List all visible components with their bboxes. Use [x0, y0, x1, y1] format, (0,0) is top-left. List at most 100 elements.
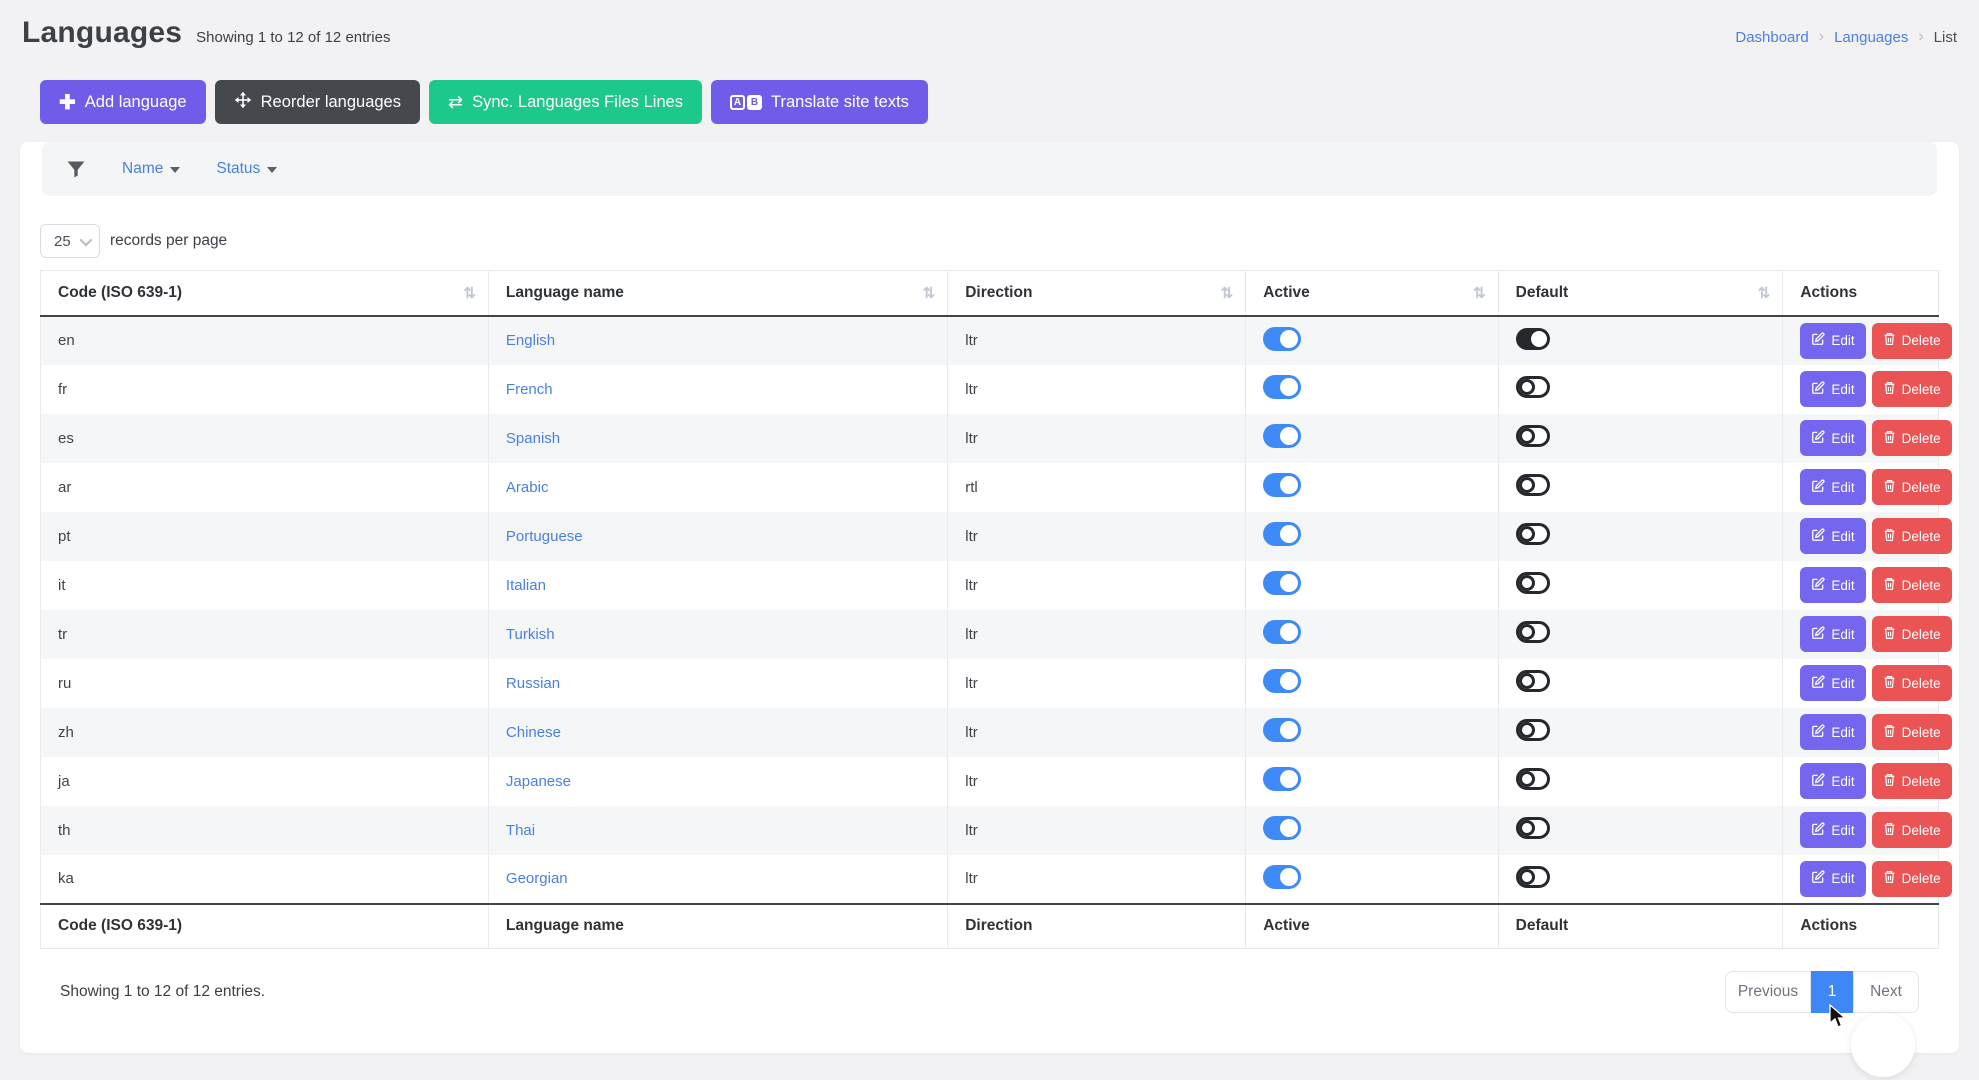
breadcrumb-dashboard[interactable]: Dashboard: [1735, 29, 1808, 46]
default-toggle[interactable]: [1516, 376, 1550, 398]
trash-icon: [1883, 479, 1896, 496]
active-toggle[interactable]: [1263, 816, 1301, 840]
edit-pencil-icon: [1811, 430, 1825, 447]
default-toggle[interactable]: [1516, 328, 1550, 350]
delete-button[interactable]: Delete: [1872, 323, 1952, 359]
edit-pencil-icon: [1811, 332, 1825, 349]
edit-button[interactable]: Edit: [1800, 518, 1865, 554]
edit-button[interactable]: Edit: [1800, 616, 1865, 652]
default-toggle[interactable]: [1516, 670, 1550, 692]
edit-pencil-icon: [1811, 773, 1825, 790]
floating-circle-button[interactable]: [1851, 1013, 1915, 1077]
edit-button[interactable]: Edit: [1800, 420, 1865, 456]
default-toggle[interactable]: [1516, 866, 1550, 888]
delete-button[interactable]: Delete: [1872, 812, 1952, 848]
language-name-link[interactable]: English: [506, 332, 555, 349]
default-toggle[interactable]: [1516, 425, 1550, 447]
edit-button[interactable]: Edit: [1800, 665, 1865, 701]
active-toggle[interactable]: [1263, 865, 1301, 889]
language-name-link[interactable]: Russian: [506, 675, 560, 692]
sort-icon[interactable]: ⇅: [1473, 284, 1486, 302]
delete-button[interactable]: Delete: [1872, 714, 1952, 750]
translate-site-texts-button[interactable]: A B Translate site texts: [711, 80, 928, 124]
add-language-button[interactable]: ✚ Add language: [40, 80, 206, 124]
edit-button[interactable]: Edit: [1800, 714, 1865, 750]
default-toggle[interactable]: [1516, 523, 1550, 545]
pagination-next-button[interactable]: Next: [1853, 971, 1919, 1013]
header-default[interactable]: Default⇅: [1498, 271, 1783, 316]
active-toggle[interactable]: [1263, 522, 1301, 546]
language-name-link[interactable]: Turkish: [506, 626, 555, 643]
delete-button[interactable]: Delete: [1872, 861, 1952, 897]
delete-button[interactable]: Delete: [1872, 518, 1952, 554]
header-code[interactable]: Code (ISO 639-1)⇅: [41, 271, 489, 316]
active-toggle[interactable]: [1263, 424, 1301, 448]
sync-languages-button[interactable]: ⇄ Sync. Languages Files Lines: [429, 80, 702, 124]
default-toggle[interactable]: [1516, 572, 1550, 594]
active-toggle[interactable]: [1263, 767, 1301, 791]
filter-status-dropdown[interactable]: Status: [216, 160, 277, 178]
active-toggle[interactable]: [1263, 718, 1301, 742]
direction-value: rtl: [965, 479, 978, 496]
language-name-link[interactable]: Italian: [506, 577, 546, 594]
chevron-down-icon: [80, 233, 93, 246]
header-language-name[interactable]: Language name⇅: [488, 271, 947, 316]
trash-icon: [1883, 577, 1896, 594]
active-toggle[interactable]: [1263, 473, 1301, 497]
language-code: zh: [58, 724, 74, 741]
pagination: Previous 1 Next: [1725, 971, 1919, 1013]
header-active[interactable]: Active⇅: [1246, 271, 1498, 316]
sort-icon[interactable]: ⇅: [463, 284, 476, 302]
default-toggle[interactable]: [1516, 768, 1550, 790]
per-page-select[interactable]: 25: [40, 224, 100, 258]
mouse-cursor-icon: [1827, 1004, 1849, 1030]
active-toggle[interactable]: [1263, 669, 1301, 693]
breadcrumb-separator-icon: ›: [1819, 28, 1824, 46]
sort-icon[interactable]: ⇅: [923, 284, 936, 302]
filter-funnel-icon: [66, 159, 86, 179]
delete-button[interactable]: Delete: [1872, 616, 1952, 652]
language-name-link[interactable]: Arabic: [506, 479, 549, 496]
default-toggle[interactable]: [1516, 621, 1550, 643]
delete-button[interactable]: Delete: [1872, 371, 1952, 407]
edit-pencil-icon: [1811, 724, 1825, 741]
edit-button[interactable]: Edit: [1800, 323, 1865, 359]
edit-button[interactable]: Edit: [1800, 371, 1865, 407]
default-toggle[interactable]: [1516, 719, 1550, 741]
delete-button[interactable]: Delete: [1872, 420, 1952, 456]
trash-icon: [1883, 822, 1896, 839]
table-row: trTurkishltrEditDelete: [41, 610, 1939, 659]
language-name-link[interactable]: French: [506, 381, 553, 398]
language-name-link[interactable]: Japanese: [506, 773, 571, 790]
language-name-link[interactable]: Thai: [506, 822, 535, 839]
breadcrumb-separator-icon: ›: [1918, 28, 1923, 46]
active-toggle[interactable]: [1263, 571, 1301, 595]
header-direction[interactable]: Direction⇅: [948, 271, 1246, 316]
language-code: it: [58, 577, 66, 594]
pagination-previous-button[interactable]: Previous: [1725, 971, 1811, 1013]
edit-button[interactable]: Edit: [1800, 861, 1865, 897]
delete-button[interactable]: Delete: [1872, 469, 1952, 505]
breadcrumb-languages[interactable]: Languages: [1834, 29, 1908, 46]
entries-summary: Showing 1 to 12 of 12 entries.: [60, 983, 265, 1001]
delete-button[interactable]: Delete: [1872, 763, 1952, 799]
edit-button[interactable]: Edit: [1800, 567, 1865, 603]
filter-name-dropdown[interactable]: Name: [122, 160, 180, 178]
reorder-languages-button[interactable]: Reorder languages: [215, 80, 420, 124]
active-toggle[interactable]: [1263, 327, 1301, 351]
language-name-link[interactable]: Chinese: [506, 724, 561, 741]
edit-button[interactable]: Edit: [1800, 763, 1865, 799]
default-toggle[interactable]: [1516, 817, 1550, 839]
sort-icon[interactable]: ⇅: [1221, 284, 1234, 302]
edit-button[interactable]: Edit: [1800, 469, 1865, 505]
active-toggle[interactable]: [1263, 375, 1301, 399]
edit-button[interactable]: Edit: [1800, 812, 1865, 848]
sort-icon[interactable]: ⇅: [1758, 284, 1771, 302]
language-name-link[interactable]: Portuguese: [506, 528, 583, 545]
default-toggle[interactable]: [1516, 474, 1550, 496]
language-name-link[interactable]: Georgian: [506, 870, 568, 887]
delete-button[interactable]: Delete: [1872, 665, 1952, 701]
delete-button[interactable]: Delete: [1872, 567, 1952, 603]
language-name-link[interactable]: Spanish: [506, 430, 560, 447]
active-toggle[interactable]: [1263, 620, 1301, 644]
